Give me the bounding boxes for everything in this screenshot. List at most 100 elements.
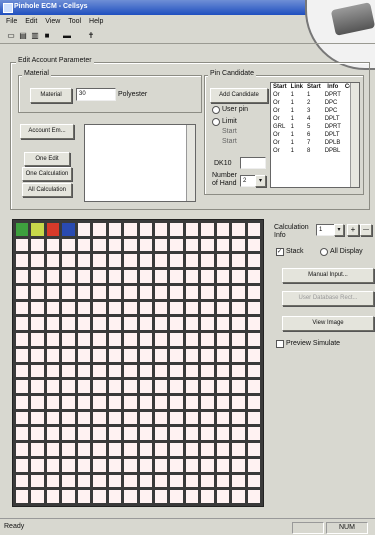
grid-cell[interactable] xyxy=(201,301,214,315)
grid-cell[interactable] xyxy=(201,364,214,378)
grid-cell[interactable] xyxy=(232,254,245,268)
grid-cell[interactable] xyxy=(124,254,137,268)
grid-cell[interactable] xyxy=(247,285,260,299)
grid-cell[interactable] xyxy=(201,285,214,299)
grid-cell[interactable] xyxy=(216,348,230,362)
grid-cell[interactable] xyxy=(139,333,152,346)
grid-cell[interactable] xyxy=(77,395,91,409)
grid-cell[interactable] xyxy=(201,270,214,283)
grid-cell[interactable] xyxy=(124,285,137,299)
menu-file[interactable]: File xyxy=(6,18,17,25)
material-button[interactable]: Material xyxy=(30,88,72,103)
grid-cell[interactable] xyxy=(170,395,183,409)
grid-cell[interactable] xyxy=(170,411,183,425)
user-database-button[interactable]: User Database Rect... xyxy=(282,291,374,306)
grid-cell[interactable] xyxy=(139,285,152,299)
grid-cell[interactable] xyxy=(108,348,122,362)
grid-cell[interactable] xyxy=(16,474,29,488)
grid-cell[interactable] xyxy=(139,364,152,378)
grid-cell[interactable] xyxy=(154,348,168,362)
grid-cell[interactable] xyxy=(154,270,168,283)
grid-cell[interactable] xyxy=(139,411,152,425)
grid-cell[interactable] xyxy=(46,285,60,299)
one-calculation-button[interactable]: One Calculation xyxy=(22,167,72,181)
grid-cell[interactable] xyxy=(31,348,44,362)
grid-cell[interactable] xyxy=(247,395,260,409)
grid-cell[interactable] xyxy=(62,238,75,252)
grid-cell[interactable] xyxy=(108,490,122,503)
grid-cell[interactable] xyxy=(31,223,44,236)
grid-cell[interactable] xyxy=(170,285,183,299)
grid-cell[interactable] xyxy=(31,380,44,393)
account-text-scrollbar[interactable] xyxy=(186,125,195,201)
grid-cell[interactable] xyxy=(247,427,260,441)
table-row[interactable]: Or 1 4 DPLT xyxy=(271,115,359,123)
grid-cell[interactable] xyxy=(201,395,214,409)
grid-cell[interactable] xyxy=(62,254,75,268)
grid-cell[interactable] xyxy=(139,270,152,283)
dark-field[interactable] xyxy=(240,157,266,169)
grid-cell[interactable] xyxy=(232,411,245,425)
grid-cell[interactable] xyxy=(62,285,75,299)
grid-cell[interactable] xyxy=(16,238,29,252)
grid-cell[interactable] xyxy=(232,474,245,488)
manual-input-button[interactable]: Manual Input... xyxy=(282,268,374,283)
grid-cell[interactable] xyxy=(154,317,168,331)
grid-cell[interactable] xyxy=(31,238,44,252)
grid-cell[interactable] xyxy=(31,395,44,409)
grid-cell[interactable] xyxy=(170,333,183,346)
grid-cell[interactable] xyxy=(93,238,106,252)
address-list-scrollbar[interactable] xyxy=(350,83,359,187)
plus-button[interactable]: + xyxy=(347,224,359,236)
grid-cell[interactable] xyxy=(124,490,137,503)
grid-cell[interactable] xyxy=(201,458,214,472)
grid-cell[interactable] xyxy=(46,301,60,315)
grid-cell[interactable] xyxy=(154,238,168,252)
grid-cell[interactable] xyxy=(247,348,260,362)
grid-cell[interactable] xyxy=(154,301,168,315)
grid-cell[interactable] xyxy=(185,301,199,315)
stack-checkbox[interactable]: ✓ xyxy=(276,248,284,256)
grid-cell[interactable] xyxy=(108,223,122,236)
grid-cell[interactable] xyxy=(46,395,60,409)
grid-cell[interactable] xyxy=(31,458,44,472)
table-row[interactable]: Or 1 3 DPC xyxy=(271,107,359,115)
grid-cell[interactable] xyxy=(185,254,199,268)
grid-cell[interactable] xyxy=(93,458,106,472)
grid-cell[interactable] xyxy=(170,301,183,315)
grid-cell[interactable] xyxy=(31,474,44,488)
grid-cell[interactable] xyxy=(124,348,137,362)
grid-cell[interactable] xyxy=(77,317,91,331)
grid-cell[interactable] xyxy=(216,254,230,268)
grid-cell[interactable] xyxy=(31,411,44,425)
grid-cell[interactable] xyxy=(108,411,122,425)
grid-cell[interactable] xyxy=(62,223,75,236)
grid-cell[interactable] xyxy=(185,348,199,362)
grid-cell[interactable] xyxy=(108,333,122,346)
grid-cell[interactable] xyxy=(139,443,152,456)
grid-cell[interactable] xyxy=(216,238,230,252)
grid-cell[interactable] xyxy=(124,333,137,346)
grid-cell[interactable] xyxy=(216,458,230,472)
grid-cell[interactable] xyxy=(46,238,60,252)
grid-cell[interactable] xyxy=(93,348,106,362)
grid-cell[interactable] xyxy=(170,474,183,488)
grid-cell[interactable] xyxy=(216,395,230,409)
grid-cell[interactable] xyxy=(139,427,152,441)
all-display-radio[interactable] xyxy=(320,248,328,256)
grid-cell[interactable] xyxy=(46,254,60,268)
grid-cell[interactable] xyxy=(170,458,183,472)
all-calculation-button[interactable]: All Calculation xyxy=(22,183,72,197)
grid-cell[interactable] xyxy=(16,348,29,362)
grid-cell[interactable] xyxy=(124,427,137,441)
grid-cell[interactable] xyxy=(185,395,199,409)
calculation-spinner[interactable]: ▾ xyxy=(334,224,344,236)
table-row[interactable]: Or 1 6 DPLT xyxy=(271,131,359,139)
grid-cell[interactable] xyxy=(93,333,106,346)
grid-cell[interactable] xyxy=(124,411,137,425)
grid-cell[interactable] xyxy=(216,364,230,378)
grid-cell[interactable] xyxy=(16,364,29,378)
save-icon[interactable]: ■ xyxy=(42,31,52,41)
add-candidate-button[interactable]: Add Candidate xyxy=(210,88,268,103)
new-icon[interactable]: ▭ xyxy=(6,31,16,41)
